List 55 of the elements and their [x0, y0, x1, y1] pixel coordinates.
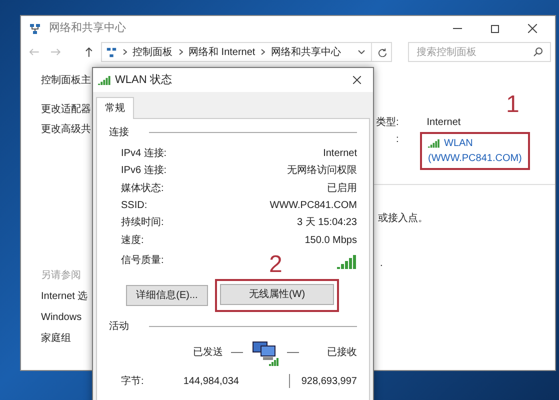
field-label: SSID: [121, 199, 148, 214]
search-icon [533, 47, 543, 57]
sent-label: 已发送 [193, 346, 223, 360]
section-title: 活动 [109, 320, 129, 334]
field-label: 持续时间: [121, 216, 164, 230]
field-value: WWW.PC841.COM [270, 199, 357, 214]
signal-icon [428, 139, 440, 148]
annotation-number: 1 [506, 93, 520, 117]
close-icon[interactable] [353, 76, 361, 84]
see-also-title: 另请参阅 [41, 268, 82, 283]
annotation-number: 2 [269, 252, 282, 277]
field-value: 无网络访问权限 [287, 164, 357, 178]
address-bar[interactable]: 控制面板 网络和 Internet 网络和共享中心 [100, 42, 392, 62]
window-title: 网络和共享中心 [49, 20, 126, 36]
field-label: IPv6 连接: [121, 164, 167, 178]
close-icon[interactable] [528, 24, 537, 33]
dialog-button[interactable]: 无线属性(W) [220, 284, 334, 305]
up-arrow-icon[interactable] [84, 47, 93, 57]
field-value: Internet [323, 147, 357, 162]
dropdown-icon[interactable] [358, 50, 365, 54]
network-icon [29, 22, 41, 34]
signal-icon [98, 76, 111, 84]
chevron-icon [178, 49, 183, 55]
info-text: 或接入点。 [378, 212, 429, 226]
breadcrumb-item[interactable]: 控制面板 [132, 44, 173, 60]
received-label: 已接收 [327, 346, 357, 360]
field-label: 媒体状态: [121, 182, 164, 196]
network-type-value: Internet [426, 116, 461, 130]
refresh-icon[interactable] [378, 48, 387, 56]
chevron-icon [261, 49, 266, 55]
signal-strength-icon [337, 254, 357, 269]
field-label: 字节: [121, 374, 145, 389]
network-computers-icon [251, 340, 279, 366]
network-type-label: 类型: [376, 116, 399, 130]
field-value: 150.0 Mbps [304, 234, 357, 248]
field-value: 已启用 [327, 182, 357, 196]
bytes-sent-value: 144,984,034 [182, 374, 239, 389]
field-label: 速度: [121, 234, 144, 248]
section-title: 连接 [109, 126, 129, 140]
bytes-received-value: 928,693,997 [301, 374, 357, 389]
network-icon [106, 46, 117, 58]
connection-ssid-link[interactable]: (WWW.PC841.COM) [428, 151, 522, 166]
search-field[interactable]: 搜索控制面板 [408, 42, 551, 62]
connection-link[interactable]: WLAN [444, 136, 473, 151]
dialog-tab[interactable]: 常规 [96, 97, 134, 119]
chevron-icon [122, 49, 127, 55]
info-text: . [380, 257, 384, 271]
dialog-title: WLAN 状态 [115, 72, 172, 88]
field-label: IPv4 连接: [121, 146, 167, 162]
breadcrumb-item[interactable]: 网络和 Internet [188, 44, 256, 60]
dialog-button[interactable]: 详细信息(E)... [126, 284, 208, 306]
breadcrumb-item[interactable]: 网络和共享中心 [271, 44, 342, 60]
field-value: 3 天 15:04:23 [296, 216, 357, 230]
connection-label: : [396, 133, 400, 147]
field-label: 信号质量: [121, 254, 164, 268]
